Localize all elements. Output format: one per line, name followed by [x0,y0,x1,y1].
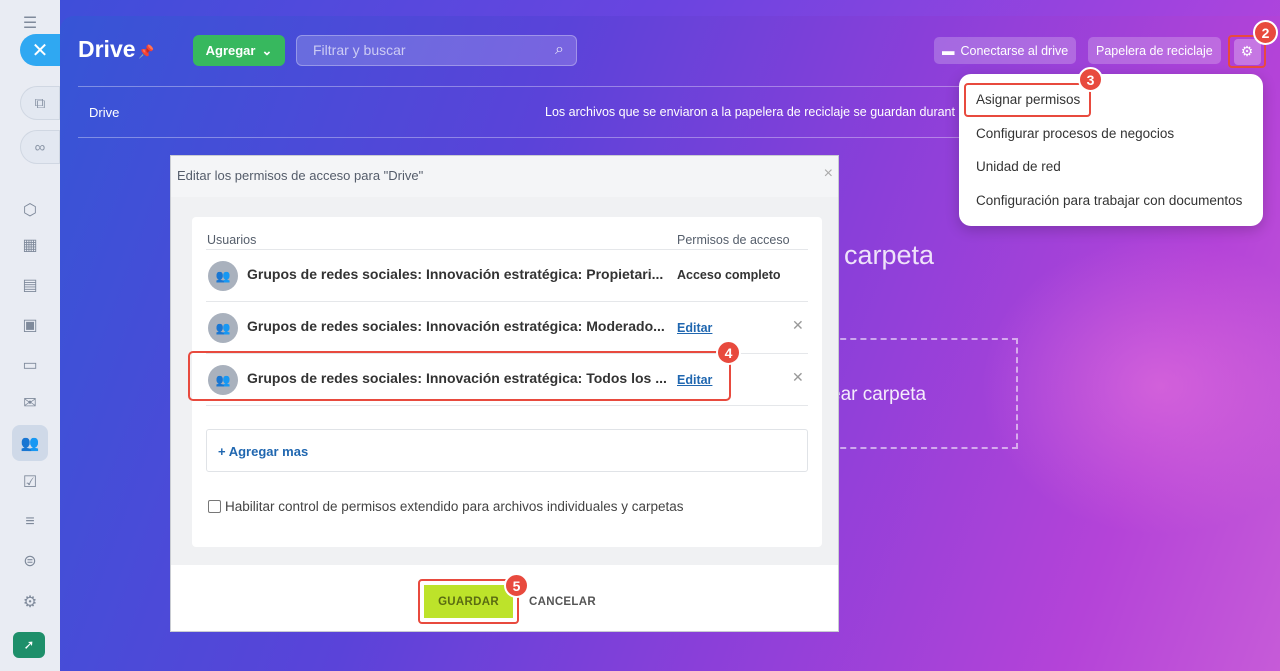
search-icon: ⌕ [555,41,564,58]
drive-disk-icon: ▬ [942,43,955,58]
dialog-title: Editar los permisos de acceso para "Driv… [177,168,424,183]
step-marker-2: 2 [1253,20,1278,45]
add-more-button[interactable]: + Agregar mas [206,429,808,472]
menu-item-assign-permissions[interactable]: Asignar permisos [976,92,1080,107]
document-icon[interactable]: ▤ [15,270,45,300]
pin-icon[interactable]: 📌 [138,44,154,60]
connect-drive-button[interactable]: ▬ Conectarse al drive [934,37,1077,64]
column-header-permissions: Permisos de acceso [677,233,790,247]
step-marker-4: 4 [716,340,741,365]
page-title: Drive [78,36,136,62]
row-group-name: Grupos de redes sociales: Innovación est… [247,318,665,334]
tasks-icon[interactable]: ☑ [15,467,45,497]
connect-drive-label: Conectarse al drive [960,43,1069,58]
add-button[interactable]: Agregar ⌄ [193,35,285,66]
trash-button[interactable]: Papelera de reciclaje [1088,37,1221,64]
gear-icon[interactable]: ⚙ [1233,38,1261,65]
menu-item-business-processes[interactable]: Configurar procesos de negocios [976,126,1174,141]
link-icon[interactable]: ∞ [20,130,60,164]
add-button-label: Agregar [205,43,256,58]
rocket-icon[interactable]: ➚ [13,632,45,658]
chevron-down-icon: ⌄ [261,42,273,58]
row-group-name: Grupos de redes sociales: Innovación est… [247,266,664,282]
open-external-icon[interactable]: ⧉ [20,86,60,120]
empty-folder-text: carpeta [844,240,935,270]
step-marker-5: 5 [504,573,529,598]
remove-row-icon[interactable]: ✕ [792,369,804,386]
groups-icon[interactable]: 👥 [12,425,48,461]
step-marker-3: 3 [1078,67,1103,92]
menu-item-document-settings[interactable]: Configuración para trabajar con document… [976,193,1242,208]
create-folder-text[interactable]: ear carpeta [830,384,926,406]
hexagon-icon[interactable]: ⬡ [15,195,45,225]
board-icon[interactable]: ▣ [15,310,45,340]
group-avatar-icon: 👥 [208,313,238,343]
row-divider [206,405,808,406]
search-input[interactable]: Filtrar y buscar ⌕ [296,35,577,66]
remove-row-icon[interactable]: ✕ [792,317,804,334]
dialog-header: Editar los permisos de acceso para "Driv… [171,156,838,197]
breadcrumb[interactable]: Drive [89,105,119,120]
robot-icon[interactable]: ⊜ [15,546,45,576]
extended-permissions-checkbox[interactable] [208,500,221,513]
mail-icon[interactable]: ✉ [15,388,45,418]
trash-label: Papelera de reciclaje [1096,43,1213,58]
extended-permissions-label: Habilitar control de permisos extendido … [225,499,684,514]
background-glow [980,236,1280,536]
row-edit-link[interactable]: Editar [677,321,712,335]
menu-item-network-drive[interactable]: Unidad de red [976,159,1061,174]
drive-icon[interactable]: ▭ [15,350,45,380]
calendar-icon[interactable]: ▦ [15,230,45,260]
extended-permissions-option[interactable]: Habilitar control de permisos extendido … [208,499,684,514]
row-highlight [188,351,731,401]
filter-icon[interactable]: ≡ [15,507,45,537]
close-slider-button[interactable]: ✕ [20,34,60,66]
settings-icon[interactable]: ⚙ [15,587,45,617]
trash-note: Los archivos que se enviaron a la papele… [545,105,955,119]
row-permission: Acceso completo [677,268,781,282]
close-icon[interactable]: × [824,165,833,183]
group-avatar-icon: 👥 [208,261,238,291]
settings-menu: Asignar permisos Configurar procesos de … [959,74,1263,226]
table-row: 👥 Grupos de redes sociales: Innovación e… [206,249,808,301]
search-placeholder: Filtrar y buscar [313,42,406,58]
cancel-button[interactable]: CANCELAR [529,596,596,608]
save-button[interactable]: GUARDAR [424,585,513,618]
column-header-users: Usuarios [207,233,257,247]
